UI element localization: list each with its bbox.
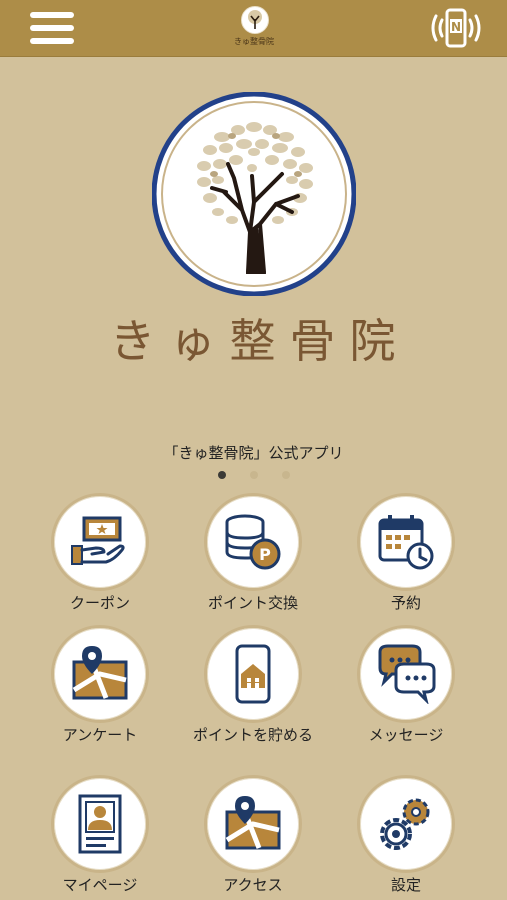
survey-map-icon	[72, 646, 128, 700]
top-bar: きゅ整骨院 N	[0, 0, 507, 57]
point-exchange-icon: P	[225, 514, 281, 570]
header-logo-text: きゅ整骨院	[234, 37, 274, 46]
menu-tile-point-exchange[interactable]: P ポイント交換	[178, 493, 328, 612]
menu-label: ポイント交換	[207, 594, 298, 612]
menu-label: アクセス	[223, 876, 283, 894]
clinic-logo-tree	[152, 92, 356, 296]
map-pin-icon	[225, 796, 281, 850]
menu-label: クーポン	[69, 594, 130, 612]
menu-label: メッセージ	[368, 726, 444, 744]
carousel-indicator	[214, 470, 294, 480]
header-logo: きゅ整骨院	[234, 6, 274, 50]
svg-text:N: N	[451, 20, 461, 34]
menu-tile-coupon[interactable]: クーポン	[25, 493, 175, 612]
svg-text:P: P	[259, 545, 271, 564]
menu-label: ポイントを貯める	[192, 726, 313, 744]
chat-bubbles-icon	[378, 644, 436, 704]
profile-card-icon	[78, 794, 122, 854]
menu-label: 予約	[390, 594, 421, 612]
menu-label: マイページ	[62, 876, 138, 894]
carousel-dot[interactable]	[282, 471, 290, 479]
nfc-phone-icon[interactable]: N	[428, 8, 484, 48]
calendar-clock-icon	[378, 515, 434, 570]
phone-store-icon	[235, 644, 271, 704]
menu-tile-survey[interactable]: アンケート	[25, 625, 175, 744]
carousel-dot[interactable]	[250, 471, 258, 479]
menu-tile-settings[interactable]: 設定	[331, 775, 481, 894]
menu-tile-reservation[interactable]: 予約	[331, 493, 481, 612]
gears-icon	[380, 798, 430, 850]
menu-label: 設定	[390, 876, 421, 894]
menu-label: アンケート	[62, 726, 138, 744]
clinic-name: きゅ整骨院	[109, 314, 410, 368]
coupon-icon	[71, 516, 125, 565]
menu-tile-mypage[interactable]: マイページ	[25, 775, 175, 894]
menu-icon[interactable]	[30, 10, 74, 46]
app-subtitle: 「きゅ整骨院」公式アプリ	[163, 444, 344, 462]
menu-tile-access[interactable]: アクセス	[178, 775, 328, 894]
carousel-dot[interactable]	[218, 471, 226, 479]
menu-tile-message[interactable]: メッセージ	[331, 625, 481, 744]
menu-tile-earn-points[interactable]: ポイントを貯める	[178, 625, 328, 744]
